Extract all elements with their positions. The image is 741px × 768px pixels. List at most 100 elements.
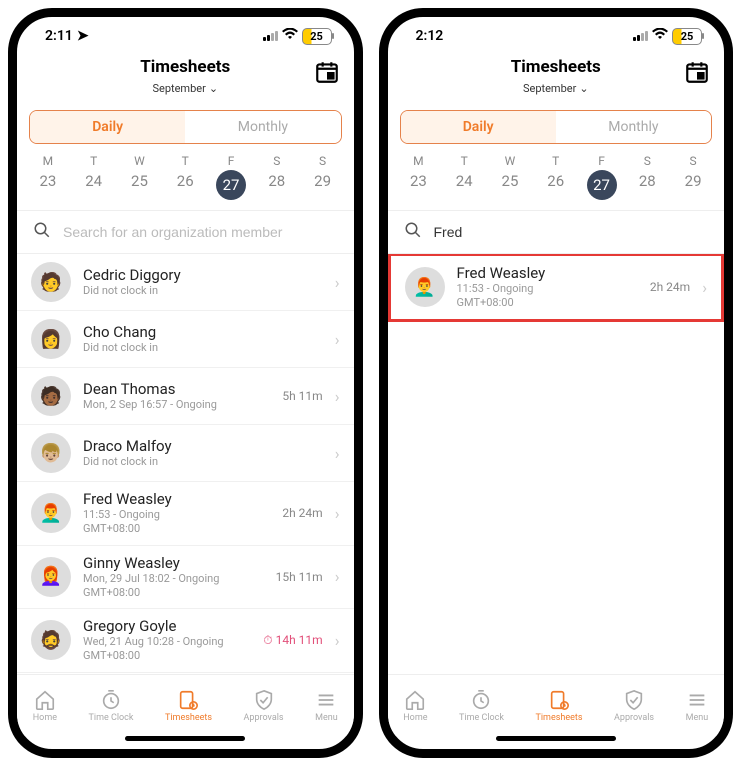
member-name: Fred Weasley [83,490,270,508]
member-name: Ginny Weasley [83,554,264,572]
list-item[interactable]: 🧑 Cedric DiggoryDid not clock in › [17,254,354,311]
avatar: 👨‍🦰 [31,493,71,533]
day-number: 25 [120,172,158,190]
day-24[interactable]: T24 [75,154,113,200]
day-23[interactable]: M23 [399,154,437,200]
member-name: Cho Chang [83,323,311,341]
tab-label: Timesheets [165,713,212,723]
list-item[interactable]: 👨‍🦰Fred Weasley11:53 - OngoingGMT+08:002… [17,482,354,546]
list-item[interactable]: 👩‍🦰 Ginny WeasleyMon, 29 Jul 18:02 - Ongo… [17,546,354,610]
seg-daily[interactable]: Daily [30,111,185,143]
tab-home[interactable]: Home [33,689,57,723]
list-item[interactable]: 👨‍🦰Fred Weasley11:53 - OngoingGMT+08:002… [388,254,725,322]
list-item[interactable]: 🧑🏾Dean ThomasMon, 2 Sep 16:57 - Ongoing5… [17,368,354,425]
list-item[interactable]: 👦🏼Draco MalfoyDid not clock in› [17,425,354,482]
seg-monthly[interactable]: Monthly [185,111,340,143]
status-time: 2:11 [45,28,73,44]
day-number: 26 [537,172,575,190]
avatar: 👩‍🦰 [31,557,71,597]
day-label: F [212,154,250,168]
day-label: T [537,154,575,168]
member-status: Mon, 2 Sep 16:57 - Ongoing [83,398,270,412]
day-27[interactable]: F27 [212,154,250,200]
search-input[interactable] [63,224,338,240]
tab-home[interactable]: Home [403,689,427,723]
day-number: 24 [75,172,113,190]
tab-menu[interactable]: Menu [686,689,709,723]
tab-menu[interactable]: Menu [315,689,338,723]
tab-timeclock[interactable]: Time Clock [89,689,134,723]
tab-label: Menu [686,713,709,723]
search-input[interactable] [434,224,709,240]
tab-timesheets[interactable]: Timesheets [165,689,212,723]
seg-daily[interactable]: Daily [401,111,556,143]
avatar: 🧑🏾 [31,376,71,416]
day-29[interactable]: S 29 [674,154,712,200]
month-selector[interactable]: September ⌄ [523,82,589,95]
member-name: Dean Thomas [83,380,270,398]
day-label: S [304,154,342,168]
member-list[interactable]: 👨‍🦰Fred Weasley11:53 - OngoingGMT+08:002… [388,254,725,674]
member-tz: GMT+08:00 [83,522,270,536]
day-26[interactable]: T 26 [537,154,575,200]
chevron-down-icon: ⌄ [209,82,218,95]
day-28[interactable]: S28 [628,154,666,200]
tab-label: Time Clock [459,713,504,723]
tab-approvals[interactable]: Approvals [244,689,284,723]
home-indicator[interactable] [125,736,245,741]
member-status: Did not clock in [83,455,311,469]
day-24[interactable]: T24 [445,154,483,200]
day-label: S [674,154,712,168]
day-label: W [491,154,529,168]
list-item[interactable]: 🧔Gregory GoyleWed, 21 Aug 10:28 - Ongoin… [17,609,354,673]
signal-icon [633,31,648,41]
chevron-down-icon: ⌄ [579,82,588,95]
chevron-right-icon: › [335,567,340,586]
duration: 2h 24m [282,506,322,520]
search-icon [404,221,422,243]
day-number: 29 [674,172,712,190]
day-26[interactable]: T26 [166,154,204,200]
day-number: 28 [258,172,296,190]
day-25[interactable]: W25 [491,154,529,200]
tab-label: Home [403,713,427,723]
day-number: 24 [445,172,483,190]
month-selector[interactable]: September ⌄ [152,82,218,95]
member-name: Cedric Diggory [83,266,311,284]
tab-timeclock[interactable]: Time Clock [459,689,504,723]
member-name: Gregory Goyle [83,617,251,635]
chevron-right-icon: › [335,444,340,463]
member-status: Did not clock in [83,341,311,355]
member-tz: GMT+08:00 [457,296,638,310]
tab-label: Approvals [614,713,654,723]
member-status: Mon, 29 Jul 18:02 - Ongoing [83,572,264,586]
calendar-button[interactable] [684,59,710,85]
search-bar [388,211,725,253]
day-27[interactable]: F27 [583,154,621,200]
day-23[interactable]: M23 [29,154,67,200]
duration: 15h 11m [276,570,323,584]
chevron-right-icon: › [335,273,340,292]
home-indicator[interactable] [496,736,616,741]
chevron-right-icon: › [702,278,707,297]
header: Timesheets September ⌄ [388,55,725,104]
avatar: 🧑 [31,262,71,302]
tab-approvals[interactable]: Approvals [614,689,654,723]
day-28[interactable]: S 28 [258,154,296,200]
list-item[interactable]: 👩Cho ChangDid not clock in› [17,311,354,368]
page-title: Timesheets [29,57,342,77]
search-icon [33,221,51,243]
day-29[interactable]: S29 [304,154,342,200]
status-time: 2:12 [416,28,444,44]
day-label: S [258,154,296,168]
tab-label: Approvals [244,713,284,723]
member-status: Did not clock in [83,284,311,298]
member-list[interactable]: 🧑Cedric DiggoryDid not clock in›👩Cho Cha… [17,254,354,674]
day-25[interactable]: W25 [120,154,158,200]
status-bar: 2:11 ➤ 25 [17,17,354,55]
seg-monthly[interactable]: Monthly [556,111,711,143]
calendar-button[interactable] [314,59,340,85]
phone-screen-2: 2:12 25 Timesheets September ⌄ Daily Mon… [379,8,734,758]
status-bar: 2:12 25 [388,17,725,55]
tab-timesheets[interactable]: Timesheets [536,689,583,723]
